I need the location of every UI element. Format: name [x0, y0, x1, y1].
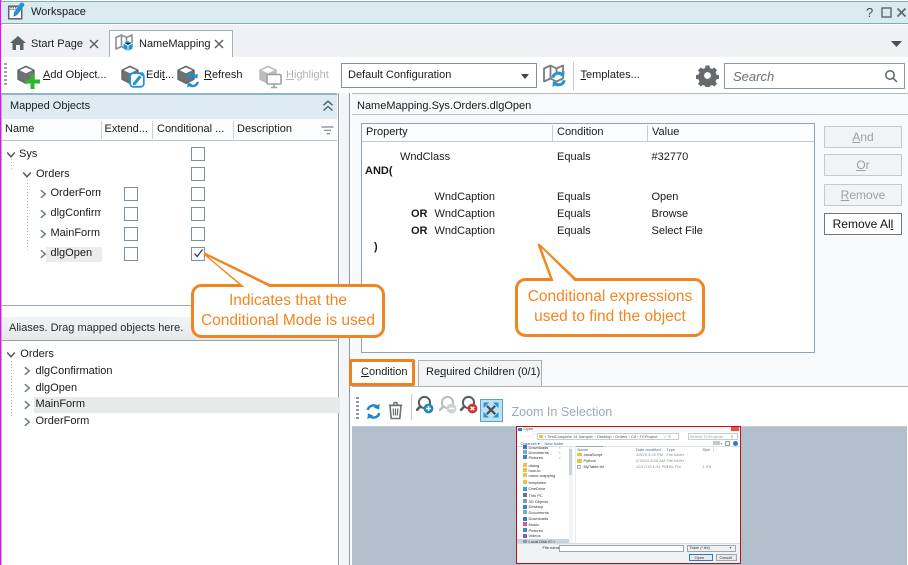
- svg-text:Conditional Mode is used: Conditional Mode is used: [201, 312, 375, 329]
- svg-text:Indicates that the: Indicates that the: [229, 292, 347, 309]
- svg-text:used to find the object: used to find the object: [534, 308, 686, 325]
- svg-text:Conditional expressions: Conditional expressions: [528, 288, 693, 305]
